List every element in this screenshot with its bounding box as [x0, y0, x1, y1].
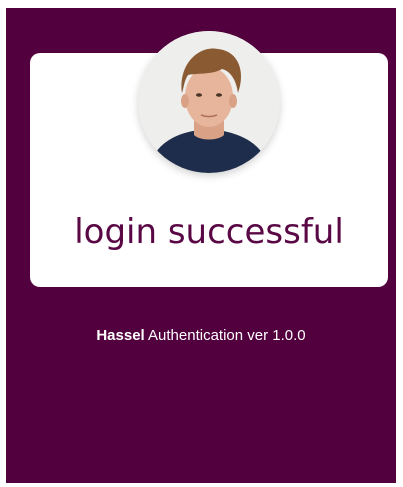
avatar-photo-icon [138, 31, 280, 173]
app-background: login successful Hassel Authentication v… [6, 8, 396, 483]
brand-name: Hassel [96, 327, 145, 344]
app-version-footer: Hassel Authentication ver 1.0.0 [6, 326, 396, 346]
user-avatar [138, 31, 280, 173]
version-text: Authentication ver 1.0.0 [148, 327, 306, 344]
login-status-message: login successful [74, 212, 344, 252]
